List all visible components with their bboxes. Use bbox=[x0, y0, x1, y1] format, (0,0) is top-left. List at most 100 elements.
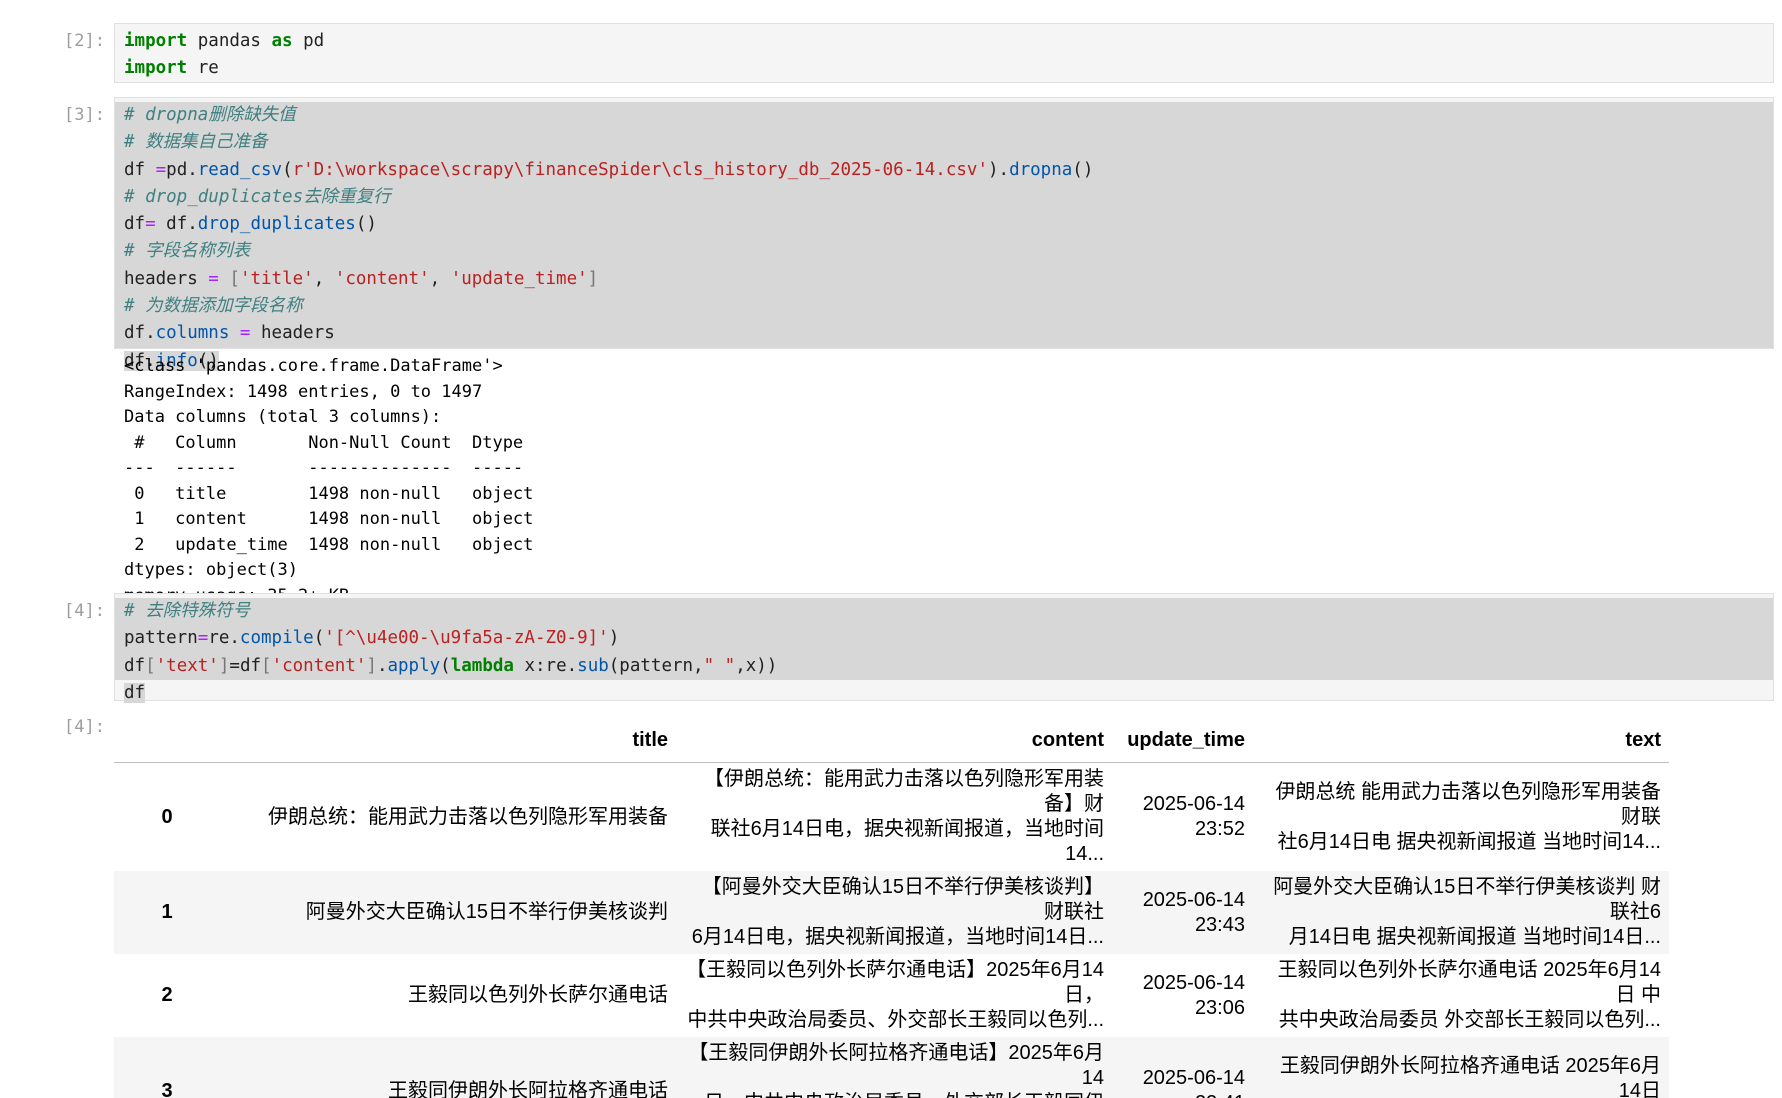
code-token: dropna bbox=[1009, 159, 1073, 180]
cell-line: 王毅同伊朗外长阿拉格齐通电话 2025年6月14日 bbox=[1279, 1054, 1661, 1098]
code-token: re bbox=[187, 58, 219, 79]
code-token: 'content' bbox=[334, 268, 430, 289]
code-token: [ bbox=[261, 655, 272, 676]
cell-title: 伊朗总统：能用武力击落以色列隐形军用装备 bbox=[268, 805, 668, 828]
cell-line: 23:06 bbox=[1194, 996, 1245, 1019]
code-line[interactable]: # drop_duplicates去除重复行 bbox=[115, 183, 1773, 212]
code-token: df bbox=[124, 655, 146, 676]
cell-line: 共中央政治局委员 外交部长王毅同以色列... bbox=[1278, 1009, 1661, 1031]
column-header-text: text bbox=[1253, 708, 1669, 763]
cell-line: 【王毅同伊朗外长阿拉格齐通电话】2025年6月14 bbox=[688, 1042, 1104, 1089]
code-token: , bbox=[313, 268, 335, 289]
cell-line: 【阿曼外交大臣确认15日不举行伊美核谈判】财联社 bbox=[701, 876, 1104, 923]
code-token: headers bbox=[124, 268, 209, 289]
dataframe-table: title content update_time text 0 伊朗总统：能用武… bbox=[114, 708, 1669, 1098]
cell-title: 阿曼外交大臣确认15日不举行伊美核谈判 bbox=[220, 871, 676, 954]
code-token: ,x)) bbox=[735, 655, 778, 676]
code-token: df bbox=[124, 159, 156, 180]
code-token: apply bbox=[387, 655, 441, 676]
code-token: pandas bbox=[187, 31, 272, 51]
row-index: 0 bbox=[161, 805, 173, 828]
code-token: r'D:\workspace\scrapy\financeSpider\cls_… bbox=[292, 159, 988, 180]
code-token: # 为数据添加字段名称 bbox=[124, 296, 303, 317]
cell-line: 王毅同以色列外长萨尔通电话 2025年6月14日 中 bbox=[1277, 959, 1661, 1006]
cell-line: 日，中共中央政治局委员、外交部长王毅同伊朗... bbox=[684, 1091, 1104, 1098]
table-row: 3 王毅同伊朗外长阿拉格齐通电话 【王毅同伊朗外长阿拉格齐通电话】2025年6月14… bbox=[114, 1037, 1669, 1098]
code-token: pd. bbox=[166, 159, 198, 180]
code-token: [ bbox=[229, 268, 240, 289]
row-index: 1 bbox=[114, 871, 220, 954]
code-token: 'update_time' bbox=[450, 268, 588, 289]
table-row: 2 王毅同以色列外长萨尔通电话 【王毅同以色列外长萨尔通电话】2025年6月14日，… bbox=[114, 954, 1669, 1037]
cell-content: 【阿曼外交大臣确认15日不举行伊美核谈判】财联社 6月14日电，据央视新闻报道，当… bbox=[676, 871, 1112, 954]
code-line[interactable]: # 为数据添加字段名称 bbox=[115, 293, 1773, 321]
code-token: = bbox=[155, 159, 167, 180]
row-index: 2 bbox=[161, 984, 173, 1006]
code-token: = bbox=[239, 323, 251, 344]
code-line[interactable]: df= df.drop_duplicates() bbox=[115, 211, 1773, 239]
code-line[interactable]: df.columns = headers bbox=[115, 320, 1773, 348]
code-line[interactable]: df['text']=df['content'].apply(lambda x:… bbox=[115, 652, 1773, 680]
code-token: # dropna删除缺失值 bbox=[124, 105, 296, 125]
code-token: df. bbox=[124, 323, 156, 344]
code-token: # 数据集自己准备 bbox=[124, 132, 268, 153]
code-editor[interactable]: # 去除特殊符号 pattern=re.compile('[^\u4e00-\u9… bbox=[114, 593, 1774, 703]
cell-line: 2025-06-14 bbox=[1142, 971, 1245, 994]
code-line[interactable]: import re bbox=[115, 55, 1773, 82]
code-line[interactable]: # 字段名称列表 bbox=[115, 238, 1773, 266]
code-token: import bbox=[124, 31, 188, 51]
code-token: ] bbox=[366, 655, 377, 676]
code-token: [ bbox=[145, 655, 156, 676]
cell-line: 2025-06-14 bbox=[1142, 1067, 1245, 1089]
code-token: 'title' bbox=[239, 268, 314, 289]
cell-content: 【伊朗总统：能用武力击落以色列隐形军用装备】财 联社6月14日电，据央视新闻报道，… bbox=[676, 763, 1112, 872]
cell-line: 2025-06-14 bbox=[1142, 888, 1245, 911]
code-token: ] bbox=[218, 655, 230, 676]
cell-content: 【王毅同伊朗外长阿拉格齐通电话】2025年6月14 日，中共中央政治局委员、外交部… bbox=[676, 1037, 1112, 1098]
code-token: = bbox=[145, 214, 156, 235]
code-token: df bbox=[124, 214, 146, 235]
cell-content: 【王毅同以色列外长萨尔通电话】2025年6月14日， 中共中央政治局委员、外交部长… bbox=[676, 954, 1112, 1037]
code-token: # drop_duplicates去除重复行 bbox=[124, 186, 391, 207]
code-editor[interactable]: # dropna删除缺失值 # 数据集自己准备 df =pd.read_csv(r'… bbox=[114, 97, 1774, 371]
column-header-title: title bbox=[220, 708, 676, 763]
code-token: 'content' bbox=[271, 655, 367, 676]
code-line[interactable]: df =pd.read_csv(r'D:\workspace\scrapy\fi… bbox=[115, 156, 1773, 184]
cell-update-time: 2025-06-14 23:43 bbox=[1112, 871, 1253, 954]
cell-line: 22:41 bbox=[1120, 1091, 1245, 1098]
code-token: 'text' bbox=[155, 655, 219, 676]
code-token: # 字段名称列表 bbox=[124, 241, 251, 262]
cell-text: 阿曼外交大臣确认15日不举行伊美核谈判 财联社6 月14日电 据央视新闻报道 当地… bbox=[1253, 871, 1669, 954]
cell-title: 王毅同伊朗外长阿拉格齐通电话 bbox=[220, 1037, 676, 1098]
cell-line: 23:43 bbox=[1194, 913, 1245, 936]
code-token: = bbox=[229, 655, 240, 676]
code-token: pd bbox=[292, 31, 325, 51]
cell-prompt: [4]: bbox=[64, 601, 105, 621]
code-line[interactable]: pattern=re.compile('[^\u4e00-\u9fa5a-zA-… bbox=[115, 625, 1773, 653]
cell-update-time: 2025-06-14 23:52 bbox=[1112, 763, 1253, 872]
code-token: '[^\u4e00-\u9fa5a-zA-Z0-9]' bbox=[324, 628, 609, 649]
code-line[interactable]: # dropna删除缺失值 bbox=[115, 102, 1773, 130]
cell-line: 2025-06-14 bbox=[1142, 793, 1245, 815]
cell-line: 阿曼外交大臣确认15日不举行伊美核谈判 财联社6 bbox=[1273, 876, 1661, 923]
dataframe-output: title content update_time text 0 伊朗总统：能用武… bbox=[0, 700, 1782, 1098]
cell-text: 王毅同以色列外长萨尔通电话 2025年6月14日 中共中央政治局委员 外交部长王… bbox=[1253, 954, 1669, 1037]
code-token: drop_duplicates bbox=[197, 214, 356, 235]
column-header-content: content bbox=[676, 708, 1112, 763]
code-token: ). bbox=[987, 159, 1010, 180]
code-token: compile bbox=[239, 628, 314, 649]
code-token: pattern bbox=[124, 628, 198, 649]
table-header-row: title content update_time text bbox=[114, 708, 1669, 763]
table-row: 1 阿曼外交大臣确认15日不举行伊美核谈判 【阿曼外交大臣确认15日不举行伊美核谈判… bbox=[114, 871, 1669, 954]
code-line[interactable]: headers = ['title', 'content', 'update_t… bbox=[115, 265, 1773, 294]
code-editor[interactable]: import pandas as pd import re bbox=[114, 23, 1774, 83]
code-token: = bbox=[208, 268, 219, 289]
code-line[interactable]: # 去除特殊符号 bbox=[115, 598, 1773, 626]
cell-text: 王毅同伊朗外长阿拉格齐通电话 2025年6月14日中共中央政治局委员 外交部长王… bbox=[1253, 1037, 1669, 1098]
cell-title: 王毅同以色列外长萨尔通电话 bbox=[408, 984, 668, 1006]
cell-update-time: 2025-06-14 22:41 bbox=[1112, 1037, 1253, 1098]
code-line[interactable]: # 数据集自己准备 bbox=[115, 129, 1773, 157]
code-line[interactable]: import pandas as pd bbox=[115, 28, 1773, 55]
